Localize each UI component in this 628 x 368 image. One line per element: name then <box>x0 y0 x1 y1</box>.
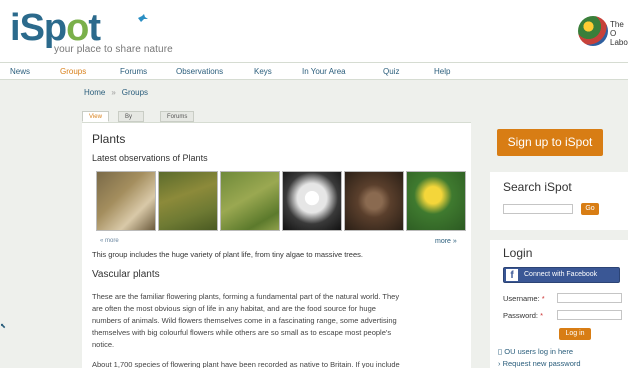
username-field[interactable] <box>557 293 622 303</box>
site-tagline: your place to share nature <box>54 44 173 55</box>
login-button[interactable]: Log in <box>559 328 591 340</box>
more-next-link[interactable]: more » <box>435 238 457 245</box>
username-label: Username: * <box>503 294 545 303</box>
breadcrumb: Home » Groups <box>84 88 148 97</box>
password-label: Password: * <box>503 311 544 320</box>
observation-thumbnail[interactable] <box>406 171 466 231</box>
observation-thumbnail[interactable] <box>96 171 156 231</box>
paragraph-line: numbers of animals. Wild flowers themsel… <box>92 316 397 325</box>
nav-groups[interactable]: Groups <box>60 67 86 76</box>
main-nav: News Groups Forums Observations Keys In … <box>0 62 628 80</box>
latest-observations-heading: Latest observations of Plants <box>92 153 208 163</box>
tab-forums[interactable]: Forums <box>160 111 195 122</box>
request-password-link[interactable]: › Request new password <box>498 359 581 368</box>
open-university-logo[interactable] <box>578 16 608 46</box>
ou-login-link[interactable]: ▯ OU users log in here <box>498 347 573 356</box>
paragraph-line: notice. <box>92 340 115 349</box>
login-title: Login <box>503 246 533 260</box>
search-go-button[interactable]: Go <box>581 203 599 215</box>
section-heading-vascular-plants: Vascular plants <box>92 269 160 280</box>
observation-thumbnail[interactable] <box>282 171 342 231</box>
tab-by-term[interactable]: By term <box>118 111 144 131</box>
site-header: iSpot your place to share nature The O L… <box>0 0 628 62</box>
nav-quiz[interactable]: Quiz <box>383 67 399 76</box>
search-title: Search iSpot <box>503 180 572 194</box>
document-icon: ▯ <box>498 347 503 356</box>
paragraph-line: These are the familiar flowering plants,… <box>92 292 400 301</box>
breadcrumb-home[interactable]: Home <box>84 88 105 97</box>
breadcrumb-separator: » <box>111 88 116 97</box>
tab-view[interactable]: View <box>82 111 109 122</box>
page-title: Plants <box>92 132 126 146</box>
paragraph-line: About 1,700 species of flowering plant h… <box>92 360 400 368</box>
password-field[interactable] <box>557 310 622 320</box>
nav-in-your-area[interactable]: In Your Area <box>302 67 346 76</box>
facebook-connect-label: Connect with Facebook <box>524 271 598 278</box>
nav-keys[interactable]: Keys <box>254 67 272 76</box>
nav-forums[interactable]: Forums <box>120 67 147 76</box>
ispot-logo[interactable]: iSpot <box>10 9 101 47</box>
bird-icon <box>138 14 148 22</box>
signup-button[interactable]: Sign up to iSpot <box>497 129 603 156</box>
facebook-connect-button[interactable]: f Connect with Facebook <box>503 267 620 283</box>
ou-logo-text: The O Labo <box>610 20 628 47</box>
observation-thumbnail[interactable] <box>158 171 218 231</box>
observation-thumbnail[interactable] <box>344 171 404 231</box>
more-previous-link[interactable]: « more <box>100 238 119 244</box>
nav-observations[interactable]: Observations <box>176 67 223 76</box>
breadcrumb-groups[interactable]: Groups <box>122 88 148 97</box>
group-intro: This group includes the huge variety of … <box>92 250 363 259</box>
login-panel: Login f Connect with Facebook Username: … <box>490 240 628 368</box>
nav-news[interactable]: News <box>10 67 30 76</box>
edge-arrow-icon: ⬉ <box>0 323 6 330</box>
main-content: Plants Latest observations of Plants « m… <box>82 122 471 368</box>
paragraph-line: are often the most obvious sign of life … <box>92 304 376 313</box>
nav-help[interactable]: Help <box>434 67 450 76</box>
paragraph-line: themselves with big colourful flowers wh… <box>92 328 392 337</box>
search-panel: Search iSpot Go <box>490 172 628 230</box>
bullet-icon: › <box>498 359 501 368</box>
facebook-icon: f <box>506 269 518 281</box>
search-input[interactable] <box>503 204 573 214</box>
observation-thumbnail[interactable] <box>220 171 280 231</box>
